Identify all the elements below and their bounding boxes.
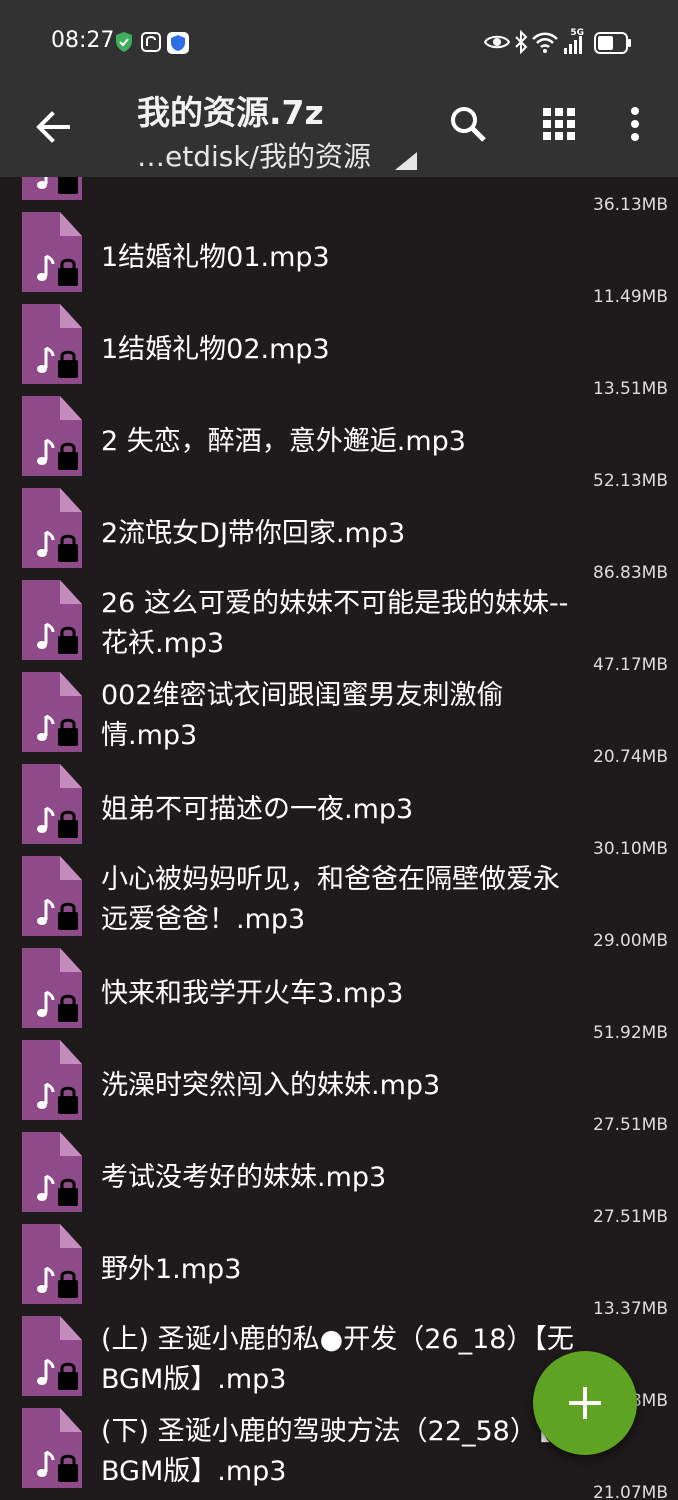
app-notification-icon — [141, 32, 161, 56]
archive-path[interactable]: …etdisk/我的资源 — [137, 135, 371, 175]
locked-audio-file-icon — [20, 486, 84, 570]
shield-check-icon — [115, 32, 133, 56]
file-name: 2流氓女DJ带你回家.mp3 — [101, 518, 406, 549]
file-name: 小心被妈妈听见，和爸爸在隔壁做爱永远爱爸爸！.mp3 — [101, 864, 560, 935]
file-list[interactable]: 36.13MB 1结婚礼物01.mp3 11.49MB 1结婚礼物02.mp3 13.5… — [0, 177, 678, 1500]
toolbar: 我的资源.7z …etdisk/我的资源 — [0, 80, 678, 177]
file-row[interactable]: 1结婚礼物01.mp3 11.49MB — [0, 207, 678, 307]
file-name: 1结婚礼物01.mp3 — [101, 242, 330, 273]
file-name: 002维密试衣间跟闺蜜男友刺激偷情.mp3 — [101, 680, 504, 751]
file-row[interactable]: 36.13MB — [0, 177, 678, 215]
bluetooth-icon — [514, 29, 528, 58]
plus-icon — [569, 1387, 601, 1419]
status-bar: 08:27 5G — [0, 0, 678, 80]
locked-audio-file-icon — [20, 762, 84, 846]
file-name: 快来和我学开火车3.mp3 — [101, 978, 404, 1009]
locked-audio-file-icon — [20, 946, 84, 1030]
wifi-icon — [532, 31, 558, 57]
locked-audio-file-icon — [20, 670, 84, 754]
locked-audio-file-icon — [20, 210, 84, 294]
file-name: 26 这么可爱的妹妹不可能是我的妹妹--花袄.mp3 — [101, 588, 569, 659]
grid-view-button[interactable] — [537, 102, 581, 146]
file-name: 野外1.mp3 — [101, 1254, 242, 1285]
locked-audio-file-icon — [20, 394, 84, 478]
locked-audio-file-icon — [20, 177, 84, 202]
file-row[interactable]: 野外1.mp3 13.37MB — [0, 1219, 678, 1319]
locked-audio-file-icon — [20, 854, 84, 938]
file-name: 洗澡时突然闯入的妹妹.mp3 — [101, 1070, 441, 1101]
locked-audio-file-icon — [20, 578, 84, 662]
app-bar: 08:27 5G 我的资源.7z …etdisk/我的资源 — [0, 0, 678, 177]
locked-audio-file-icon — [20, 1038, 84, 1122]
file-row[interactable]: 考试没考好的妹妹.mp3 27.51MB — [0, 1127, 678, 1227]
more-options-button[interactable] — [620, 102, 650, 146]
locked-audio-file-icon — [20, 1406, 84, 1490]
archive-title: 我的资源.7z — [137, 93, 324, 132]
add-file-button[interactable] — [533, 1351, 637, 1455]
file-name: 姐弟不可描述の一夜.mp3 — [101, 794, 414, 825]
search-button[interactable] — [446, 102, 490, 146]
arrow-left-icon — [36, 111, 70, 143]
file-row[interactable]: 1结婚礼物02.mp3 13.51MB — [0, 299, 678, 399]
file-name: 考试没考好的妹妹.mp3 — [101, 1162, 387, 1193]
eye-icon — [483, 32, 511, 56]
file-row[interactable]: 姐弟不可描述の一夜.mp3 30.10MB — [0, 759, 678, 859]
locked-audio-file-icon — [20, 1314, 84, 1398]
file-row[interactable]: 2流氓女DJ带你回家.mp3 86.83MB — [0, 483, 678, 583]
file-name: 1结婚礼物02.mp3 — [101, 334, 330, 365]
file-name: (下) 圣诞小鹿的驾驶方法（22_58）【无BGM版】.mp3 — [101, 1416, 578, 1487]
locked-audio-file-icon — [20, 1222, 84, 1306]
file-row[interactable]: 26 这么可爱的妹妹不可能是我的妹妹--花袄.mp3 47.17MB — [0, 575, 678, 675]
grid-icon — [543, 108, 575, 140]
file-name: (上) 圣诞小鹿的私●开发（26_18）【无BGM版】.mp3 — [101, 1324, 574, 1395]
file-row[interactable]: 小心被妈妈听见，和爸爸在隔壁做爱永远爱爸爸！.mp3 29.00MB — [0, 851, 678, 951]
locked-audio-file-icon — [20, 1130, 84, 1214]
battery-icon — [594, 32, 632, 58]
file-name: 2 失恋，醉酒，意外邂逅.mp3 — [101, 426, 466, 457]
search-icon — [451, 107, 486, 142]
more-vert-icon — [631, 107, 639, 141]
file-row[interactable]: 002维密试衣间跟闺蜜男友刺激偷情.mp3 20.74MB — [0, 667, 678, 767]
file-row[interactable]: 洗澡时突然闯入的妹妹.mp3 27.51MB — [0, 1035, 678, 1135]
file-row[interactable]: 快来和我学开火车3.mp3 51.92MB — [0, 943, 678, 1043]
status-time: 08:27 — [51, 28, 115, 53]
file-size: 21.07MB — [593, 1483, 668, 1500]
back-button[interactable] — [28, 102, 78, 152]
security-shield-icon — [167, 32, 189, 58]
dropdown-triangle-icon[interactable] — [395, 152, 417, 174]
signal-icon — [564, 36, 586, 58]
locked-audio-file-icon — [20, 302, 84, 386]
file-row[interactable]: 2 失恋，醉酒，意外邂逅.mp3 52.13MB — [0, 391, 678, 491]
